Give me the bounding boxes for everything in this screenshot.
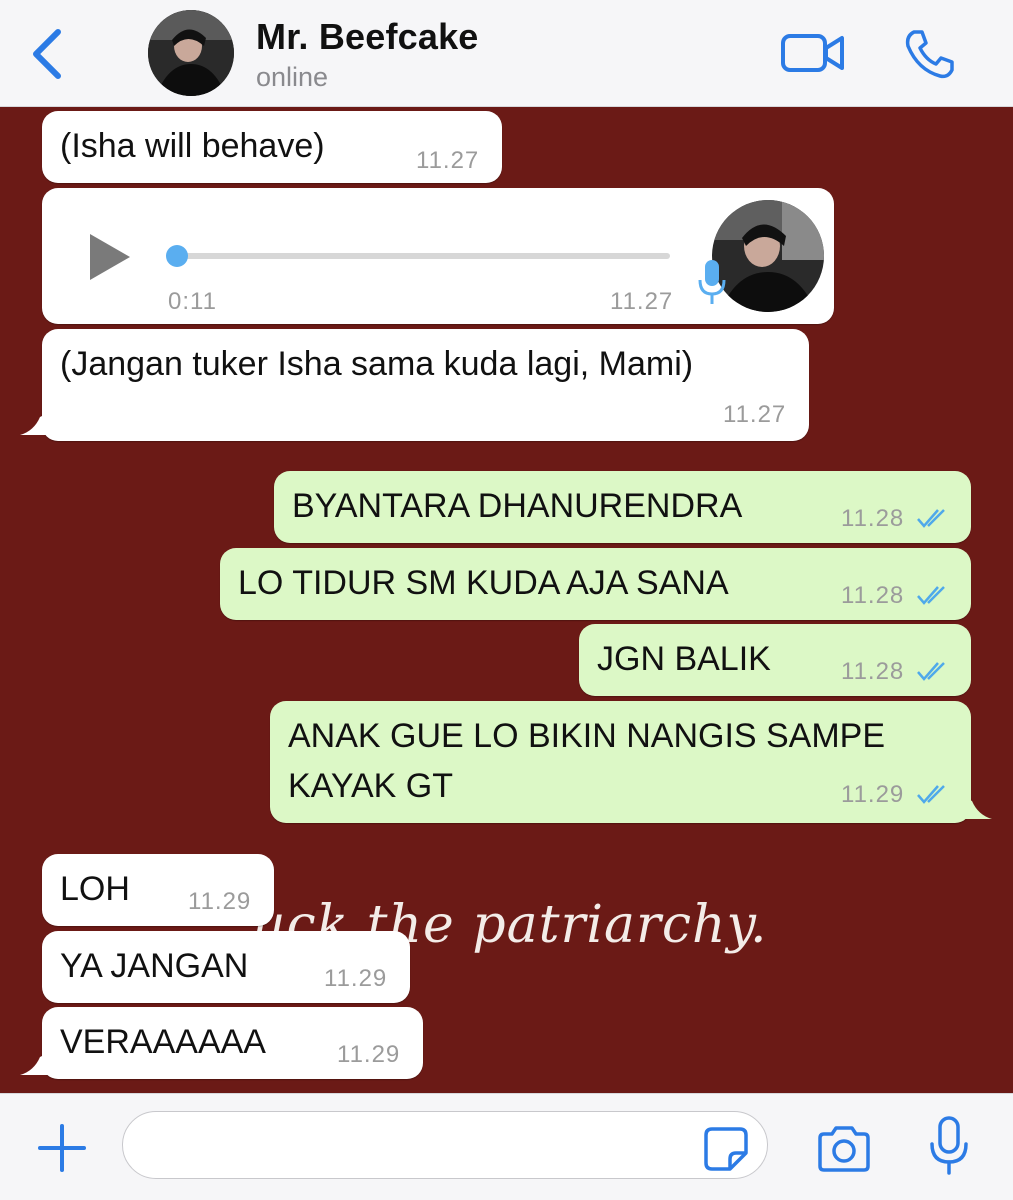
message-text-line-2: KAYAK GT (288, 767, 454, 805)
read-checks-icon (917, 509, 945, 528)
read-checks-icon (917, 785, 945, 804)
message-time: 11.28 (841, 582, 905, 609)
sticker-icon (704, 1127, 748, 1171)
video-call-button[interactable] (780, 30, 846, 76)
message-time: 11.28 (841, 658, 905, 685)
audio-duration: 0:11 (168, 288, 217, 315)
message-input[interactable] (122, 1111, 768, 1179)
phone-icon (905, 30, 954, 79)
message-time: 11.27 (416, 147, 480, 174)
message-time: 11.28 (841, 505, 905, 532)
message-text: BYANTARA DHANURENDRA (292, 487, 743, 525)
back-button[interactable] (28, 24, 68, 84)
message-text: LO TIDUR SM KUDA AJA SANA (238, 564, 729, 602)
voice-message[interactable]: 0:11 11.27 (42, 188, 834, 324)
message-time: 11.27 (610, 288, 674, 315)
message-text: YA JANGAN (60, 947, 249, 985)
audio-progress-track[interactable] (178, 253, 670, 259)
outgoing-message[interactable]: JGN BALIK 11.28 (579, 624, 971, 696)
message-text: LOH (60, 870, 130, 908)
message-composer (0, 1093, 1013, 1200)
outgoing-message[interactable]: ANAK GUE LO BIKIN NANGIS SAMPE KAYAK GT … (270, 701, 971, 823)
incoming-message[interactable]: (Jangan tuker Isha sama kuda lagi, Mami)… (42, 329, 809, 441)
camera-icon (818, 1126, 870, 1172)
incoming-message[interactable]: (Isha will behave) 11.27 (42, 111, 502, 183)
message-time: 11.29 (841, 781, 905, 808)
chat-header: Mr. Beefcake online (0, 0, 1013, 107)
message-time: 11.29 (188, 888, 252, 915)
contact-name[interactable]: Mr. Beefcake (256, 16, 479, 58)
message-time: 11.29 (337, 1041, 401, 1068)
incoming-message[interactable]: YA JANGAN 11.29 (42, 931, 410, 1003)
outgoing-message[interactable]: BYANTARA DHANURENDRA 11.28 (274, 471, 971, 543)
play-icon[interactable] (86, 232, 134, 282)
sticker-button[interactable] (702, 1125, 750, 1173)
audio-progress-handle[interactable] (166, 245, 188, 267)
message-time: 11.27 (723, 401, 787, 428)
voice-record-button[interactable] (928, 1116, 970, 1176)
back-chevron-icon (33, 29, 61, 79)
read-checks-icon (917, 586, 945, 605)
bubble-tail (964, 797, 992, 819)
microphone-icon (698, 260, 726, 304)
bubble-tail (20, 413, 48, 435)
camera-button[interactable] (816, 1126, 872, 1172)
message-text-line-1: ANAK GUE LO BIKIN NANGIS SAMPE (288, 717, 886, 755)
message-time: 11.29 (324, 965, 388, 992)
outgoing-message[interactable]: LO TIDUR SM KUDA AJA SANA 11.28 (220, 548, 971, 620)
incoming-message[interactable]: LOH 11.29 (42, 854, 274, 926)
message-text: (Jangan tuker Isha sama kuda lagi, Mami) (60, 345, 694, 383)
plus-icon (38, 1124, 86, 1172)
voice-call-button[interactable] (902, 28, 956, 80)
contact-status: online (256, 62, 329, 92)
video-call-icon (781, 34, 844, 72)
voice-sender-avatar (712, 200, 824, 312)
message-text: (Isha will behave) (60, 127, 325, 165)
message-text: JGN BALIK (597, 640, 771, 678)
message-text: VERAAAAAA (60, 1023, 266, 1061)
bubble-tail (20, 1053, 48, 1075)
incoming-message[interactable]: VERAAAAAA 11.29 (42, 1007, 423, 1079)
microphone-icon (930, 1116, 968, 1175)
contact-avatar[interactable] (148, 10, 234, 96)
attach-button[interactable] (36, 1122, 88, 1174)
read-checks-icon (917, 662, 945, 681)
message-list[interactable]: uck the patriarchy. (Isha will behave) 1… (0, 107, 1013, 1093)
